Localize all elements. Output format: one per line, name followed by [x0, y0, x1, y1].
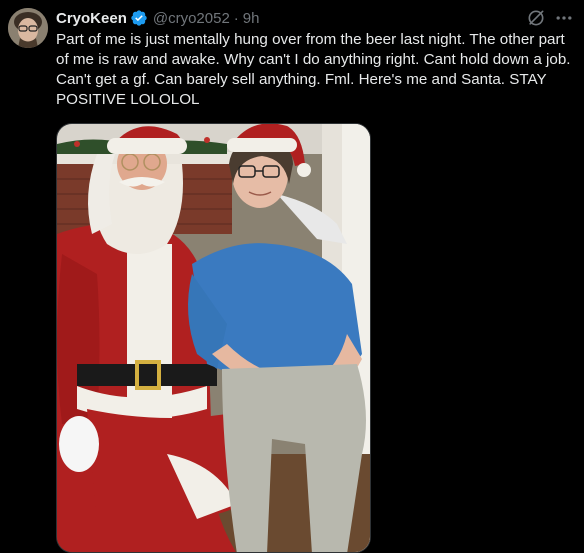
- tweet-text: Part of me is just mentally hung over fr…: [56, 31, 571, 108]
- separator-dot: ·: [233, 9, 239, 27]
- display-name[interactable]: CryoKeen: [56, 10, 127, 27]
- santa-photo-image: [57, 124, 370, 552]
- user-handle[interactable]: @cryo2052: [153, 10, 230, 27]
- tweet-header: CryoKeen @cryo2052 · 9h: [56, 8, 259, 28]
- verified-badge-icon: [130, 9, 148, 27]
- timestamp[interactable]: 9h: [243, 10, 260, 27]
- tweet-card[interactable]: CryoKeen @cryo2052 · 9h Part of me is ju…: [0, 0, 584, 553]
- avatar[interactable]: [8, 8, 48, 48]
- more-dots-icon[interactable]: [554, 8, 574, 28]
- profile-avatar-image: [8, 8, 48, 48]
- tweet-photo[interactable]: [56, 123, 371, 553]
- grok-icon[interactable]: [526, 8, 546, 28]
